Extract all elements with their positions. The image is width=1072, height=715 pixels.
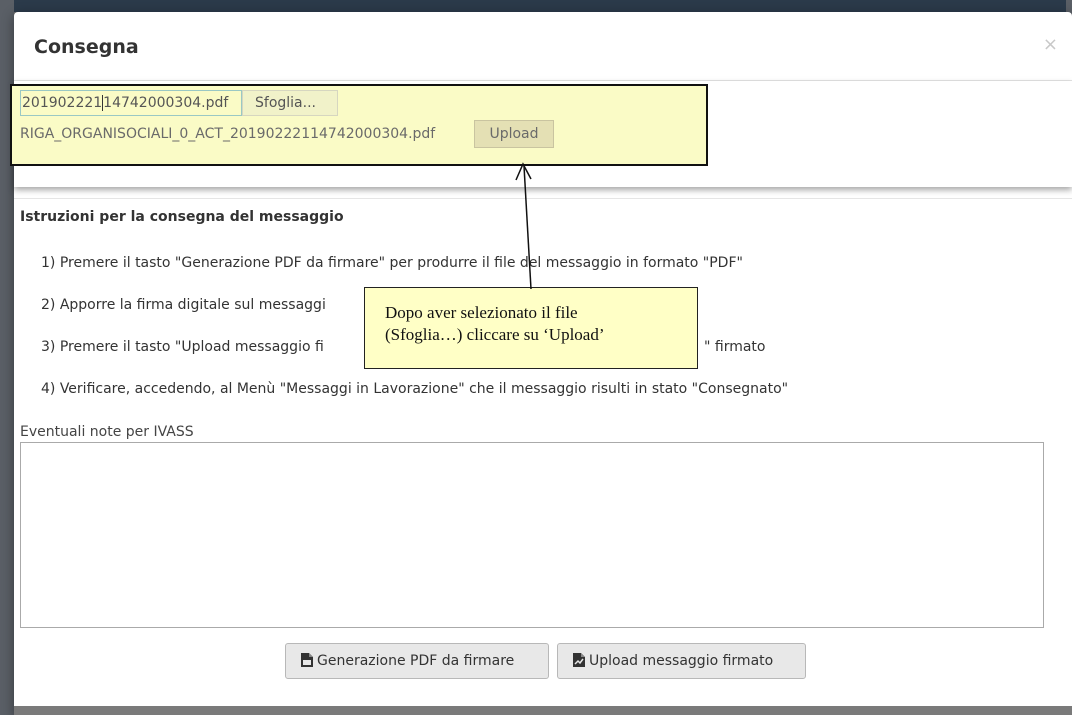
pdf-file-icon (301, 653, 313, 667)
instruction-step-4: 4) Verificare, accedendo, al Menù "Messa… (41, 381, 789, 397)
annotation-line-1: Dopo aver selezionato il file (385, 303, 578, 322)
instructions-heading: Istruzioni per la consegna del messaggio (20, 209, 344, 225)
selected-file-name: RIGA_ORGANISOCIALI_0_ACT_201902221147420… (20, 126, 436, 142)
instruction-step-2: 2) Apporre la firma digitale sul messagg… (41, 297, 326, 313)
generate-pdf-button[interactable]: Generazione PDF da firmare (285, 643, 549, 679)
backdrop-top (0, 0, 1072, 12)
file-upload-area: 20190222114742000304.pdf Sfoglia... RIGA… (10, 84, 708, 166)
instruction-step-3: 3) Premere il tasto "Upload messaggio fi (41, 339, 324, 355)
upload-button[interactable]: Upload (474, 120, 554, 148)
divider (14, 198, 1072, 199)
instruction-step-3-end: " firmato (704, 339, 766, 355)
dialog-title: Consegna (34, 36, 139, 58)
backdrop-bottom (14, 706, 1072, 715)
dialog-header: Consegna × (14, 12, 1072, 81)
instruction-step-1: 1) Premere il tasto "Generazione PDF da … (41, 255, 743, 271)
upload-signed-button[interactable]: Upload messaggio firmato (557, 643, 806, 679)
generate-pdf-label: Generazione PDF da firmare (317, 653, 515, 669)
upload-signed-label: Upload messaggio firmato (589, 653, 774, 669)
file-input[interactable]: 20190222114742000304.pdf (20, 90, 242, 116)
file-input-value-start: 201902221 (22, 95, 103, 111)
browse-button[interactable]: Sfoglia... (242, 90, 338, 116)
annotation-line-2: (Sfoglia…) cliccare su ‘Upload’ (385, 325, 605, 344)
notes-textarea[interactable] (20, 442, 1044, 628)
close-icon[interactable]: × (1043, 34, 1058, 55)
notes-label: Eventuali note per IVASS (20, 424, 194, 440)
annotation-note: Dopo aver selezionato il file (Sfoglia…)… (364, 287, 698, 369)
file-input-value-end: 14742000304.pdf (103, 95, 229, 111)
signed-file-icon (573, 653, 585, 667)
